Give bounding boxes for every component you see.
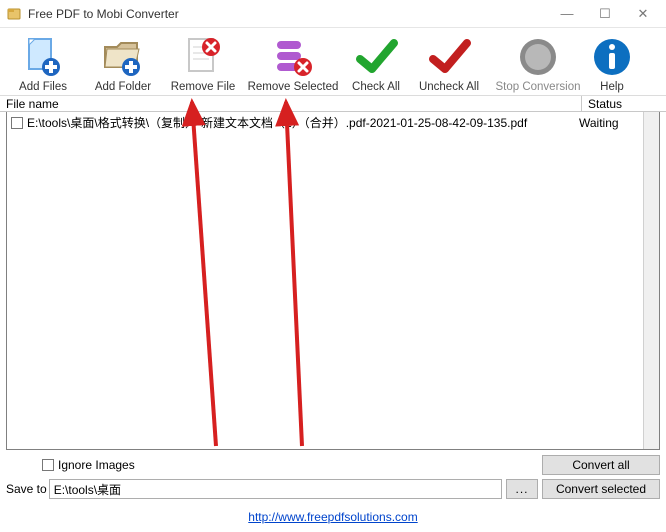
column-header-status[interactable]: Status (582, 96, 666, 111)
minimize-button[interactable]: — (548, 0, 586, 28)
footer-link[interactable]: http://www.freepdfsolutions.com (248, 510, 417, 524)
list-item[interactable]: E:\tools\桌面\格式转换\（复制）-新建文本文档（2）（合并）.pdf-… (7, 112, 659, 133)
remove-selected-button[interactable]: Remove Selected (244, 29, 342, 93)
ignore-images-checkbox[interactable]: Ignore Images (42, 458, 538, 472)
list-delete-icon (271, 35, 315, 79)
title-bar: Free PDF to Mobi Converter — ☐ ✕ (0, 0, 666, 28)
browse-button[interactable]: ... (506, 479, 538, 499)
convert-all-button[interactable]: Convert all (542, 455, 660, 475)
info-icon (590, 35, 634, 79)
save-to-input[interactable] (49, 479, 502, 499)
file-list-area: File name Status E:\tools\桌面\格式转换\（复制）-新… (0, 96, 666, 452)
tool-label: Help (600, 81, 624, 93)
add-folder-button[interactable]: Add Folder (84, 29, 162, 93)
tool-label: Uncheck All (419, 81, 479, 93)
tool-label: Stop Conversion (495, 81, 580, 93)
add-files-button[interactable]: Add Files (4, 29, 82, 93)
convert-selected-button[interactable]: Convert selected (542, 479, 660, 499)
tool-label: Remove Selected (248, 81, 339, 93)
tool-label: Add Files (19, 81, 67, 93)
close-button[interactable]: ✕ (624, 0, 662, 28)
app-icon (6, 6, 22, 22)
maximize-button[interactable]: ☐ (586, 0, 624, 28)
save-to-label: Save to (6, 482, 47, 496)
item-filename: E:\tools\桌面\格式转换\（复制）-新建文本文档（2）（合并）.pdf-… (27, 114, 579, 131)
check-all-button[interactable]: Check All (344, 29, 408, 93)
folder-plus-icon (101, 35, 145, 79)
window-title: Free PDF to Mobi Converter (28, 7, 548, 21)
stop-conversion-button[interactable]: Stop Conversion (490, 29, 586, 93)
checkbox-icon (42, 459, 54, 471)
check-red-icon (427, 35, 471, 79)
tool-label: Remove File (171, 81, 236, 93)
tool-label: Check All (352, 81, 400, 93)
check-green-icon (354, 35, 398, 79)
column-header-filename[interactable]: File name (0, 96, 582, 111)
item-checkbox[interactable] (11, 117, 23, 129)
window-controls: — ☐ ✕ (548, 0, 662, 28)
toolbar: Add Files Add Folder Remove File Remove … (0, 28, 666, 96)
remove-file-button[interactable]: Remove File (164, 29, 242, 93)
help-button[interactable]: Help (588, 29, 636, 93)
footer: http://www.freepdfsolutions.com (0, 504, 666, 532)
scrollbar[interactable] (643, 112, 659, 449)
uncheck-all-button[interactable]: Uncheck All (410, 29, 488, 93)
bottom-panel: Ignore Images Convert all Save to ... Co… (0, 452, 666, 504)
file-list[interactable]: E:\tools\桌面\格式转换\（复制）-新建文本文档（2）（合并）.pdf-… (6, 112, 660, 450)
stop-icon (516, 35, 560, 79)
file-delete-icon (181, 35, 225, 79)
ignore-images-label: Ignore Images (58, 458, 135, 472)
tool-label: Add Folder (95, 81, 151, 93)
file-plus-icon (21, 35, 65, 79)
list-headers: File name Status (0, 96, 666, 112)
